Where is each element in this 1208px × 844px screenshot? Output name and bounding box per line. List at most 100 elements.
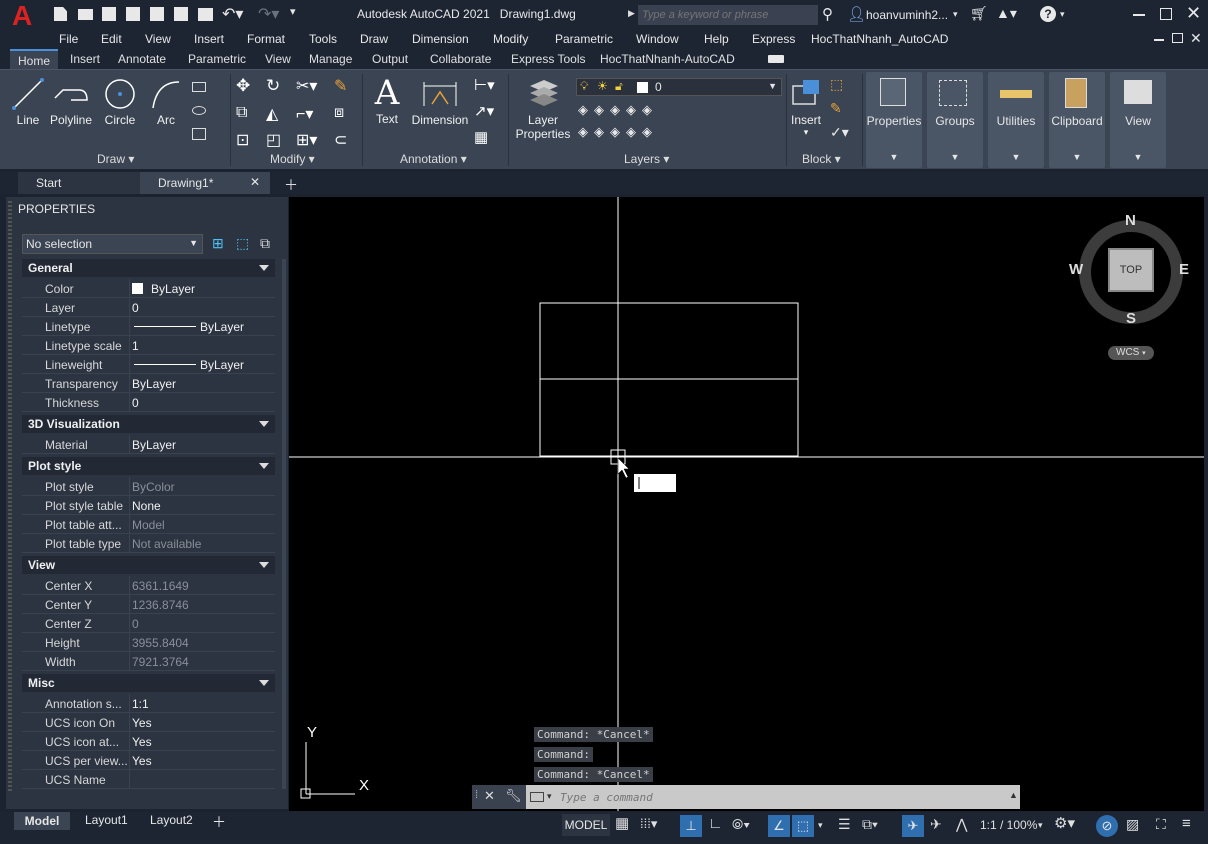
tab-hocthatnhanh[interactable]: HocThatNhanh-AutoCAD bbox=[600, 52, 735, 66]
property-value[interactable]: 1:1 bbox=[132, 697, 149, 711]
view-panel-button[interactable]: View ▼ bbox=[1110, 72, 1166, 168]
property-row[interactable]: Linetype scale 1 bbox=[22, 336, 275, 355]
menu-insert[interactable]: Insert bbox=[194, 32, 224, 46]
property-row[interactable]: Color ByLayer bbox=[22, 279, 275, 298]
menu-express[interactable]: Express bbox=[752, 32, 795, 46]
property-row[interactable]: Lineweight ByLayer bbox=[22, 355, 275, 374]
new-tab-icon[interactable]: ＋ bbox=[284, 175, 298, 195]
menu-parametric[interactable]: Parametric bbox=[555, 32, 613, 46]
move-icon[interactable]: ✥ bbox=[236, 76, 250, 96]
arc-tool[interactable]: Arc bbox=[148, 78, 184, 127]
properties-panel-button[interactable]: Properties ▼ bbox=[866, 72, 922, 168]
property-value[interactable]: Yes bbox=[132, 716, 152, 730]
infer-constraints-icon[interactable]: ⊥ bbox=[680, 815, 702, 837]
utilities-panel-button[interactable]: Utilities ▼ bbox=[988, 72, 1044, 168]
search-icon[interactable]: ⚲ bbox=[822, 5, 833, 23]
property-row[interactable]: Center Y 1236.8746 bbox=[22, 595, 275, 614]
property-value[interactable]: ByLayer bbox=[132, 377, 176, 391]
menu-view[interactable]: View bbox=[145, 32, 171, 46]
drawing-area[interactable]: Y X TOP N S E W WCS ▾ Command: *Cancel* … bbox=[289, 197, 1204, 811]
ellipse-icon[interactable] bbox=[192, 106, 206, 115]
layer-tools-row-2[interactable]: ◈◈◈◈◈ bbox=[578, 124, 698, 140]
compass-east[interactable]: E bbox=[1179, 261, 1189, 278]
selection-cycling-icon[interactable]: ⧉▾ bbox=[862, 814, 878, 834]
property-row[interactable]: Plot table att... Model bbox=[22, 515, 275, 534]
section-header-general[interactable]: General bbox=[22, 259, 275, 277]
isolate-objects-icon[interactable]: ⊘ bbox=[1096, 815, 1118, 837]
leader-icon[interactable]: ↗▾ bbox=[474, 102, 494, 120]
hatch-icon[interactable] bbox=[192, 128, 206, 140]
property-value[interactable]: ByLayer bbox=[151, 282, 195, 296]
menu-file[interactable]: File bbox=[59, 32, 78, 46]
draw-panel-label[interactable]: Draw ▾ bbox=[97, 152, 134, 166]
menu-hocthatnhanh[interactable]: HocThatNhanh_AutoCAD bbox=[811, 32, 948, 46]
insert-block-tool[interactable]: Insert ▾ bbox=[788, 76, 824, 138]
graphics-performance-icon[interactable]: ▨ bbox=[1126, 814, 1139, 834]
command-grip-icon[interactable]: ⁞ bbox=[475, 789, 478, 801]
ribbon-minimize-icon[interactable] bbox=[768, 55, 784, 63]
tab-collaborate[interactable]: Collaborate bbox=[430, 52, 491, 66]
property-row[interactable]: UCS icon at... Yes bbox=[22, 732, 275, 751]
property-row[interactable]: Center X 6361.1649 bbox=[22, 576, 275, 595]
menu-format[interactable]: Format bbox=[247, 32, 285, 46]
command-history-toggle-icon[interactable]: ▲ bbox=[1009, 790, 1018, 800]
dimension-tool[interactable]: Dimension bbox=[410, 78, 470, 127]
create-block-icon[interactable]: ⬚ bbox=[830, 76, 843, 93]
trim-icon[interactable]: ✂▾ bbox=[296, 76, 317, 96]
property-value[interactable]: 0 bbox=[132, 301, 139, 315]
tab-view[interactable]: View bbox=[265, 52, 291, 66]
open-icon[interactable] bbox=[78, 9, 93, 20]
tab-parametric[interactable]: Parametric bbox=[188, 52, 246, 66]
property-row[interactable]: Plot style ByColor bbox=[22, 477, 275, 496]
cart-icon[interactable]: 🛒︎ bbox=[970, 5, 988, 22]
command-prompt-icon[interactable] bbox=[530, 792, 544, 802]
dynamic-input-box[interactable] bbox=[634, 474, 676, 492]
menu-modify[interactable]: Modify bbox=[493, 32, 528, 46]
quick-select-icon[interactable]: ⧉ bbox=[260, 235, 270, 252]
command-input[interactable] bbox=[560, 787, 1000, 807]
annotation-panel-label[interactable]: Annotation ▾ bbox=[400, 152, 467, 166]
clean-screen-icon[interactable]: ⛶ bbox=[1156, 814, 1166, 834]
isodraft-icon[interactable]: ∠ bbox=[768, 815, 790, 837]
section-header-view[interactable]: View bbox=[22, 556, 275, 574]
annotation-scale-value[interactable]: 1:1 / 100% bbox=[980, 815, 1037, 835]
help-dropdown-icon[interactable]: ▾ bbox=[1060, 9, 1065, 20]
rotate-icon[interactable]: ↻ bbox=[266, 76, 280, 96]
menu-edit[interactable]: Edit bbox=[101, 32, 122, 46]
viewcube[interactable]: TOP N S E W bbox=[1069, 212, 1189, 327]
web-mobile-icon[interactable] bbox=[174, 7, 188, 21]
property-row[interactable]: Center Z 0 bbox=[22, 614, 275, 633]
tab-drawing1[interactable]: Drawing1* ✕ bbox=[140, 172, 270, 194]
minimize-icon[interactable] bbox=[1133, 14, 1145, 16]
command-recent-dropdown-icon[interactable]: ▾ bbox=[547, 791, 552, 802]
save-as-icon[interactable] bbox=[126, 7, 140, 21]
property-row[interactable]: Plot table type Not available bbox=[22, 534, 275, 553]
property-row[interactable]: Annotation s... 1:1 bbox=[22, 694, 275, 713]
table-icon[interactable]: ▦ bbox=[474, 128, 488, 146]
osnap-dropdown-icon[interactable]: ▾ bbox=[818, 815, 823, 835]
property-row[interactable]: Linetype ByLayer bbox=[22, 317, 275, 336]
layer-properties-tool[interactable]: Layer Properties bbox=[514, 76, 572, 141]
customization-menu-icon[interactable]: ≡ bbox=[1182, 814, 1191, 834]
tab-layout1[interactable]: Layout1 bbox=[85, 813, 128, 827]
property-value[interactable]: 1 bbox=[132, 339, 139, 353]
grid-icon[interactable]: ▦ bbox=[615, 814, 629, 834]
text-tool[interactable]: A Text bbox=[370, 74, 404, 126]
annotation-autoscale-icon[interactable]: ✈ bbox=[930, 814, 942, 834]
menu-draw[interactable]: Draw bbox=[360, 32, 388, 46]
compass-north[interactable]: N bbox=[1125, 212, 1136, 229]
layer-tools-row-1[interactable]: ◈◈◈◈◈ bbox=[578, 102, 698, 118]
doc-close-icon[interactable]: ✕ bbox=[1190, 30, 1202, 47]
user-icon[interactable]: 👤︎ bbox=[847, 5, 866, 23]
tab-annotate[interactable]: Annotate bbox=[118, 52, 166, 66]
command-customize-icon[interactable]: 🔧︎ bbox=[505, 788, 522, 804]
property-row[interactable]: UCS per view... Yes bbox=[22, 751, 275, 770]
layer-dropdown[interactable]: 💡︎ ☀ 🔓︎ 0 ▼ bbox=[576, 78, 782, 96]
polyline-tool[interactable]: Polyline bbox=[48, 78, 94, 127]
user-name[interactable]: hoanvuminh2... bbox=[866, 8, 948, 22]
publish-icon[interactable] bbox=[150, 7, 164, 21]
annotation-scale-icon[interactable]: ⋀ bbox=[956, 814, 967, 834]
command-close-icon[interactable]: ✕ bbox=[484, 788, 495, 804]
menu-dimension[interactable]: Dimension bbox=[412, 32, 469, 46]
tab-insert[interactable]: Insert bbox=[70, 52, 100, 66]
